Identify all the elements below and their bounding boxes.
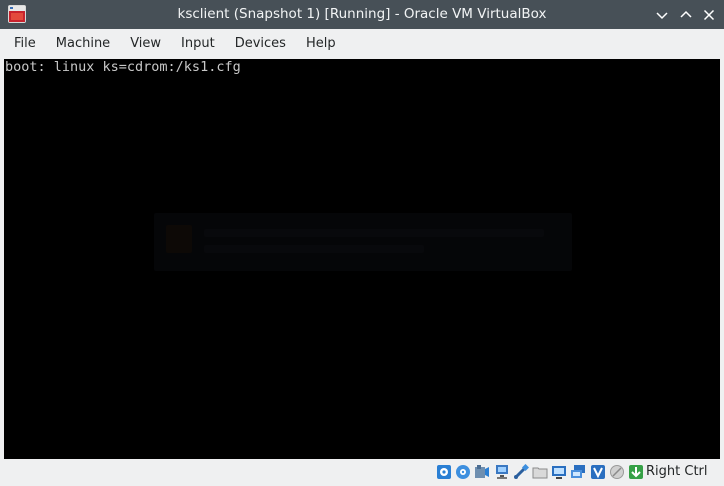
network-icon[interactable] (494, 464, 510, 480)
audio-icon[interactable] (474, 464, 490, 480)
faint-overlay-notification (154, 213, 572, 271)
menu-file[interactable]: File (0, 29, 46, 59)
chevron-down-icon (656, 12, 668, 20)
title-bar[interactable]: ksclient (Snapshot 1) [Running] - Oracle… (0, 0, 724, 29)
virtualization-icon[interactable] (590, 464, 606, 480)
host-key-label: Right Ctrl (646, 464, 708, 479)
faint-overlay-line (204, 245, 424, 253)
shared-folders-icon[interactable] (532, 464, 548, 480)
menu-view[interactable]: View (120, 29, 171, 59)
usb-icon[interactable] (513, 464, 529, 480)
hard-disk-icon[interactable] (436, 464, 452, 480)
menu-input[interactable]: Input (171, 29, 225, 59)
faint-overlay-line (204, 229, 544, 237)
chevron-up-icon (680, 10, 692, 18)
menu-machine[interactable]: Machine (46, 29, 120, 59)
close-button[interactable] (699, 5, 719, 25)
close-icon (703, 9, 715, 21)
mouse-integration-icon[interactable] (609, 464, 625, 480)
menu-devices[interactable]: Devices (225, 29, 296, 59)
console-boot-line: boot: linux ks=cdrom:/ks1.cfg (5, 59, 241, 75)
display-icon[interactable] (551, 464, 567, 480)
host-key-icon[interactable] (628, 464, 644, 480)
window-title: ksclient (Snapshot 1) [Running] - Oracle… (177, 6, 547, 22)
minimize-button[interactable] (652, 5, 672, 25)
video-capture-icon[interactable] (570, 464, 586, 480)
menu-bar: File Machine View Input Devices Help (0, 29, 724, 59)
faint-overlay-icon (166, 225, 192, 253)
menu-help[interactable]: Help (296, 29, 346, 59)
vm-display[interactable]: boot: linux ks=cdrom:/ks1.cfg (4, 59, 720, 459)
status-indicators (436, 463, 647, 481)
optical-drive-icon[interactable] (455, 464, 471, 480)
status-bar: Right Ctrl (0, 459, 724, 486)
maximize-button[interactable] (676, 5, 696, 25)
